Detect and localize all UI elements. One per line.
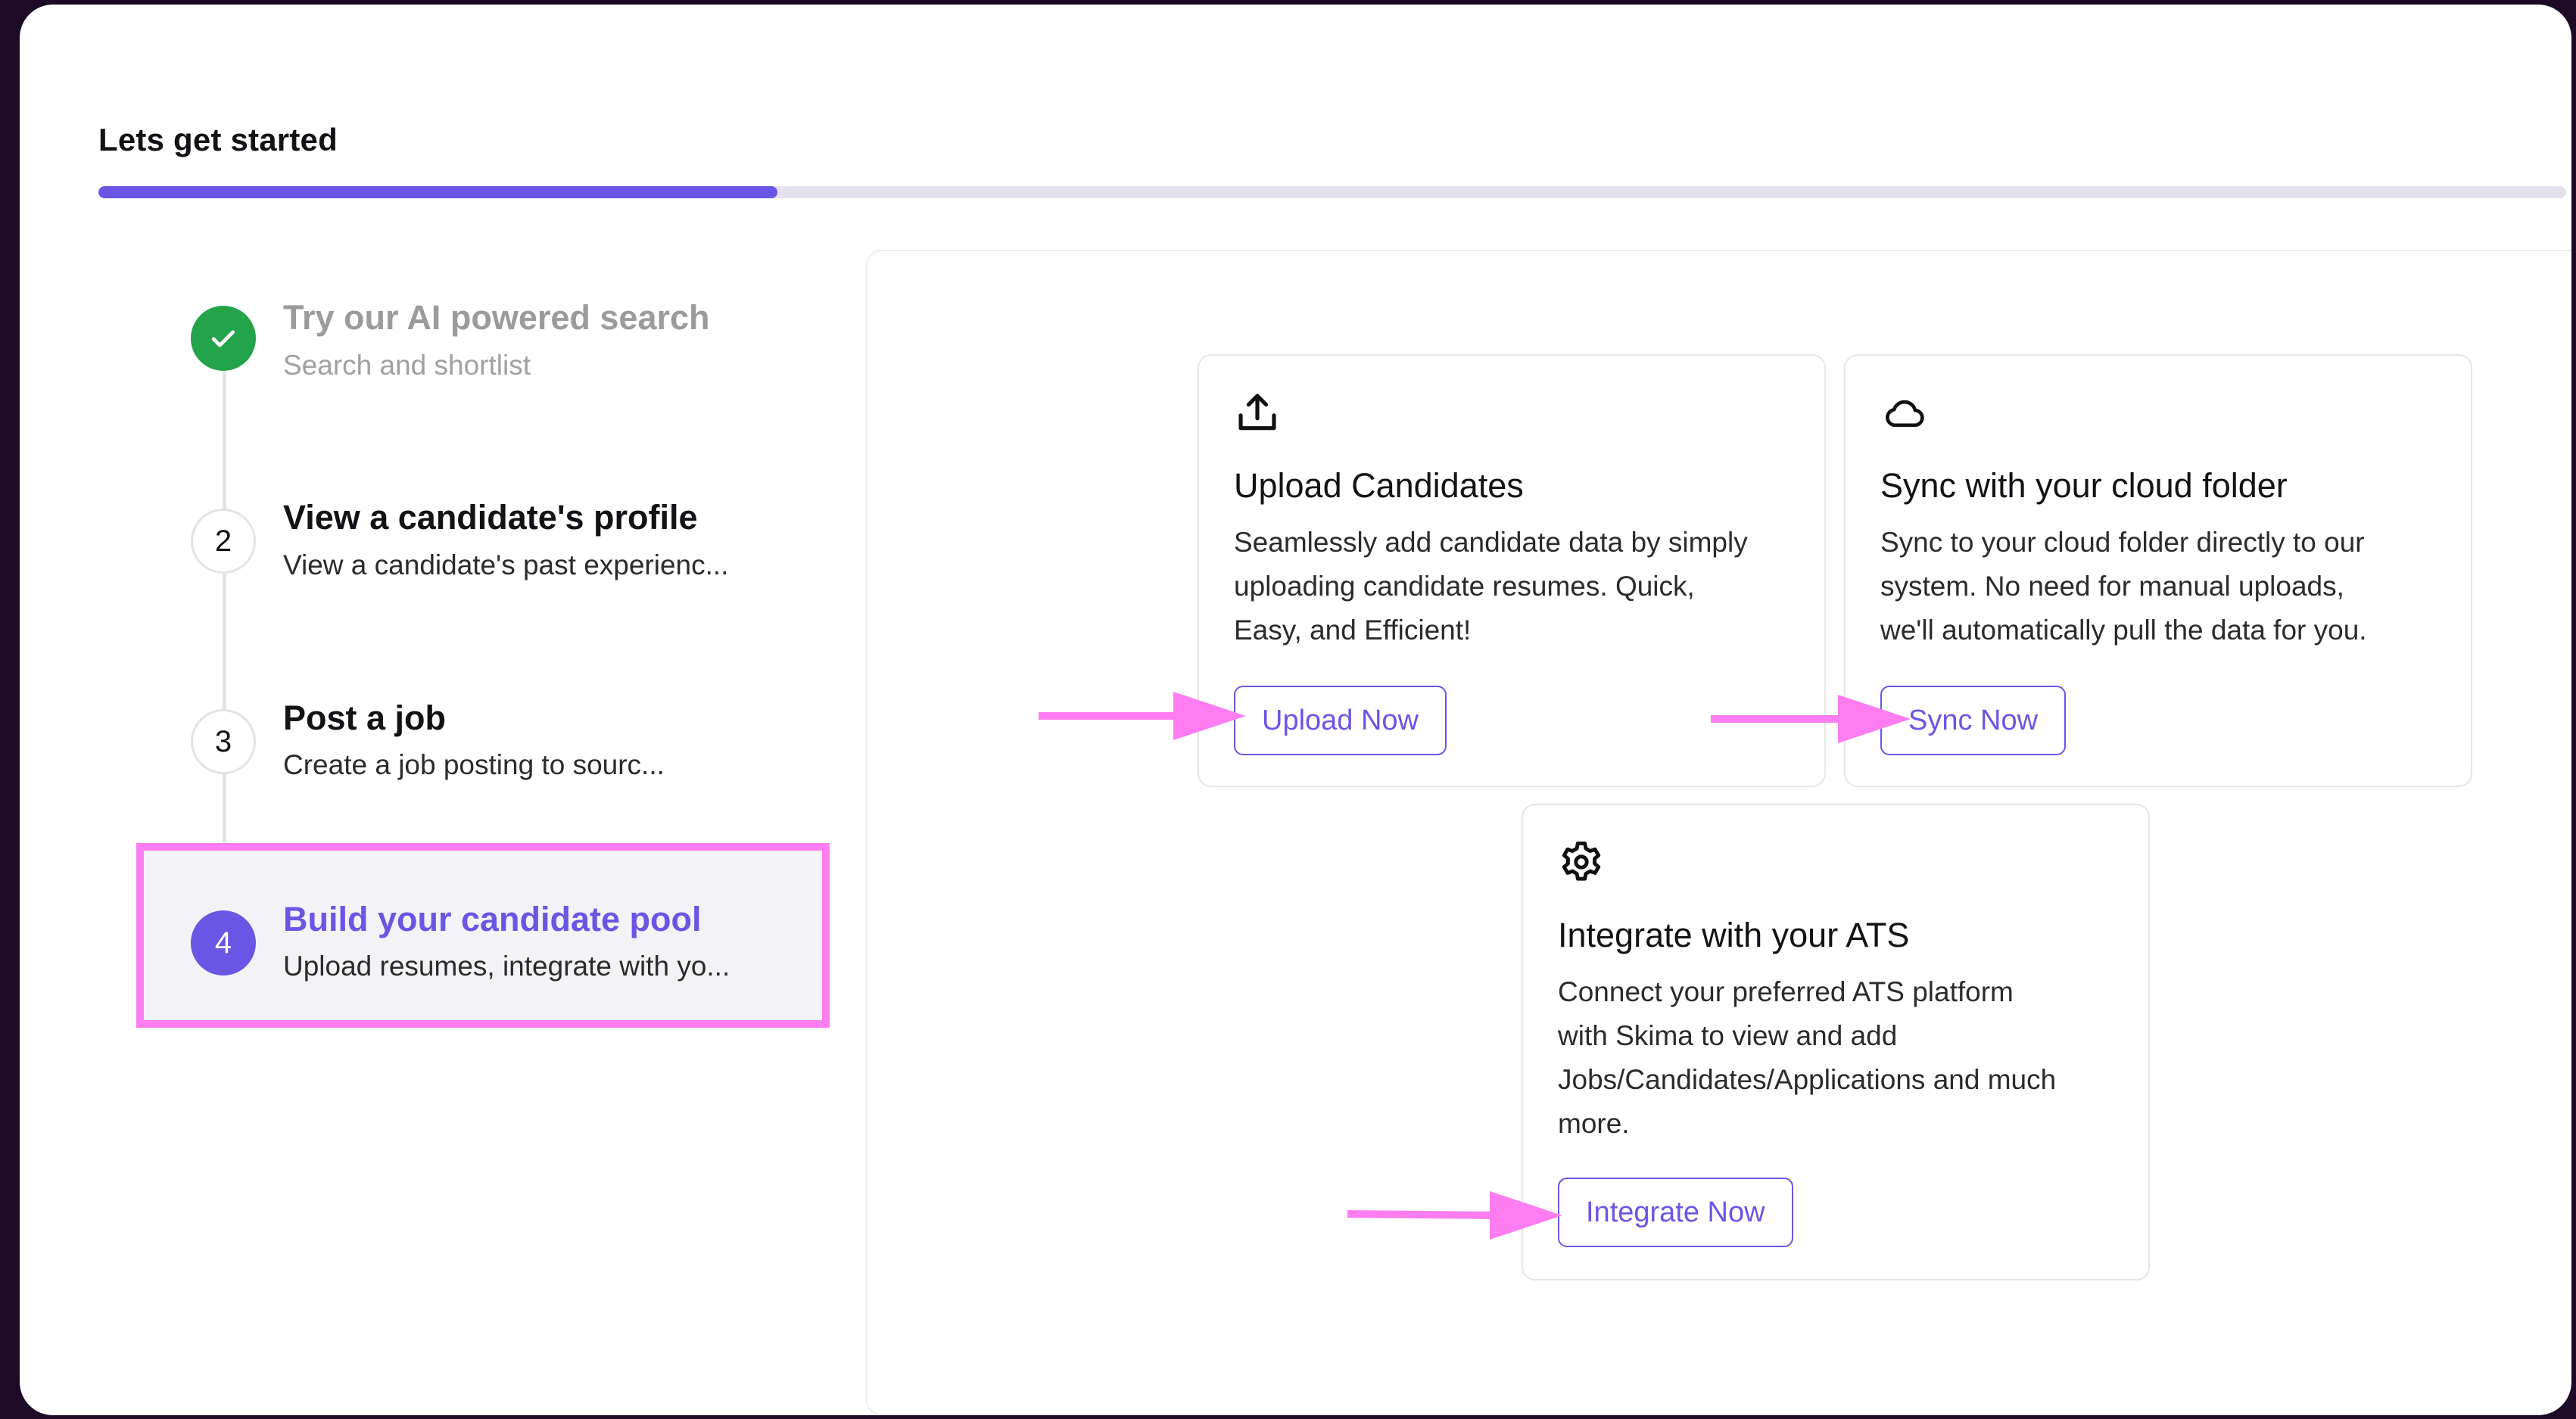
upload-icon: [1238, 394, 1276, 431]
description-line: uploading candidate resumes. Quick,: [1234, 571, 1695, 602]
onboarding-progress-bar: [98, 186, 2566, 198]
cloud-icon: [1886, 400, 1924, 428]
description-line: Easy, and Efficient!: [1234, 615, 1472, 646]
integrate-ats-card: Integrate with your ATS Connect your pre…: [1522, 804, 2150, 1281]
card-description: Connect your preferred ATS platform with…: [1558, 970, 2056, 1146]
description-line: system. No need for manual uploads,: [1880, 571, 2344, 602]
check-icon: [211, 330, 235, 347]
step-subtitle: Search and shortlist: [283, 350, 531, 381]
description-line: we'll automatically pull the data for yo…: [1880, 615, 2367, 646]
card-title: Integrate with your ATS: [1558, 916, 1910, 954]
description-line: Connect your preferred ATS platform: [1558, 976, 2014, 1007]
step-title: View a candidate's profile: [283, 498, 698, 537]
description-line: Jobs/Candidates/Applications and much: [1558, 1064, 2057, 1095]
step-subtitle: View a candidate's past experienc...: [283, 549, 729, 580]
step-complete-marker: [191, 306, 256, 371]
card-title: Upload Candidates: [1234, 466, 1524, 505]
step-title: Try our AI powered search: [283, 298, 710, 337]
annotation-arrow-icon: [1711, 695, 1911, 743]
step-number-badge: 4: [191, 910, 256, 976]
page-title: Lets get started: [98, 122, 338, 157]
step-subtitle: Create a job posting to sourc...: [283, 749, 665, 780]
card-description: Seamlessly add candidate data by simply …: [1234, 521, 1748, 652]
step-title: Post a job: [283, 699, 447, 737]
progress-bar-fill: [98, 186, 777, 198]
description-line: Seamlessly add candidate data by simply: [1234, 527, 1748, 558]
integrate-now-button[interactable]: Integrate Now: [1558, 1178, 1793, 1247]
card-title: Sync with your cloud folder: [1880, 466, 2288, 505]
annotation-arrow-icon: [1347, 1191, 1562, 1240]
step-title: Build your candidate pool: [283, 900, 702, 938]
gear-icon: [1562, 842, 1601, 881]
step-number-badge: 3: [191, 709, 256, 774]
card-description: Sync to your cloud folder directly to ou…: [1880, 521, 2367, 652]
app-window: Lets get started Try our AI powered sear…: [20, 5, 2571, 1415]
description-line: with Skima to view and add: [1558, 1020, 1898, 1051]
steps-connector-line: [223, 360, 226, 851]
step-number-badge: 2: [191, 509, 256, 574]
annotation-arrow-icon: [1039, 692, 1246, 740]
sync-cloud-folder-card: Sync with your cloud folder Sync to your…: [1844, 354, 2472, 787]
step-subtitle: Upload resumes, integrate with yo...: [283, 951, 730, 982]
upload-now-button[interactable]: Upload Now: [1234, 686, 1447, 755]
description-line: more.: [1558, 1108, 1630, 1139]
description-line: Sync to your cloud folder directly to ou…: [1880, 527, 2365, 558]
